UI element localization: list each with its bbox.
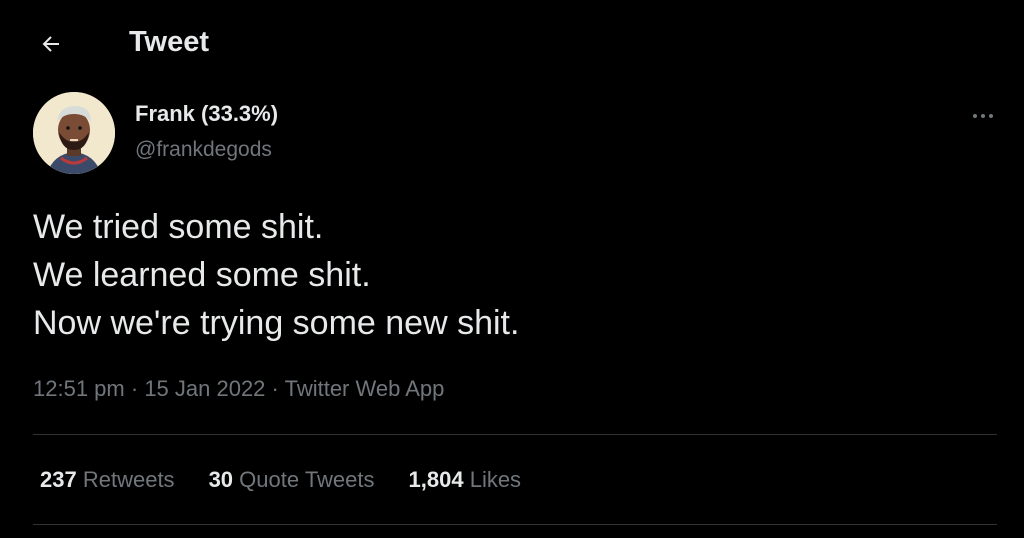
more-horizontal-icon [973,114,993,118]
tweet-time[interactable]: 12:51 pm [33,376,125,401]
meta-separator: · [130,376,139,401]
tweet-line: We tried some shit. [33,208,324,246]
tweet-date[interactable]: 15 Jan 2022 [144,376,265,401]
avatar-illustration [33,92,115,174]
author-name[interactable]: Frank (33.3%) [135,101,278,127]
tweet-stats: 237 Retweets 30 Quote Tweets 1,804 Likes [40,467,555,493]
avatar[interactable] [33,92,115,174]
tweet-text: We tried some shit. We learned some shit… [33,203,519,347]
tweet-line: Now we're trying some new shit. [33,304,520,342]
likes-stat[interactable]: 1,804 Likes [409,467,522,493]
top-bar: Tweet [0,0,1024,88]
meta-separator: · [271,376,279,401]
tweet-source[interactable]: Twitter Web App [285,376,445,401]
back-button[interactable] [33,26,69,62]
likes-count: 1,804 [408,467,464,492]
tweet-line: We learned some shit. [33,256,371,294]
retweets-count: 237 [40,467,77,492]
more-options-button[interactable] [966,104,1000,128]
likes-label: Likes [469,467,522,492]
tweet-meta: 12:51 pm · 15 Jan 2022 · Twitter Web App [33,376,444,402]
divider [33,524,997,525]
quote-tweets-label: Quote Tweets [239,467,375,492]
quote-tweets-count: 30 [208,467,234,492]
author-handle[interactable]: @frankdegods [135,138,272,162]
divider [33,434,997,435]
quote-tweets-stat[interactable]: 30 Quote Tweets [209,467,375,493]
page-title: Tweet [129,26,210,58]
arrow-left-icon [42,36,59,52]
retweets-label: Retweets [82,467,175,492]
retweets-stat[interactable]: 237 Retweets [40,467,175,493]
